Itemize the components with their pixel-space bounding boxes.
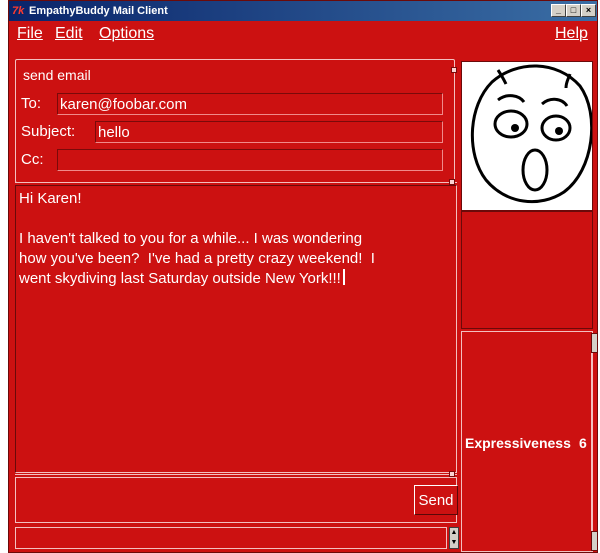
maximize-button[interactable]: □ — [566, 4, 581, 17]
top-pane-sash[interactable] — [15, 182, 457, 183]
mail-client-window: 7k EmpathyBuddy Mail Client _ □ × File E… — [8, 0, 598, 553]
avatar-info-panel — [461, 211, 593, 329]
message-text: Hi Karen! I haven't talked to you for a … — [19, 190, 375, 287]
cc-label: Cc: — [21, 151, 44, 168]
expressiveness-value: 6 — [579, 435, 587, 451]
expressiveness-scale[interactable] — [591, 333, 597, 551]
to-field[interactable]: karen@foobar.com — [57, 93, 443, 115]
right-pane-sash-handle[interactable] — [451, 67, 457, 73]
menu-edit[interactable]: Edit — [55, 21, 83, 47]
close-button[interactable]: × — [581, 4, 596, 17]
scale-up-arrow[interactable] — [591, 333, 597, 353]
menu-help[interactable]: Help — [555, 21, 588, 47]
surprised-face-icon — [470, 64, 594, 204]
send-email-legend: send email — [20, 67, 94, 83]
avatar-panel — [461, 61, 594, 211]
text-cursor — [342, 269, 345, 285]
tk-feather-icon: 7k — [12, 5, 25, 17]
send-button[interactable]: Send — [414, 485, 458, 515]
minimize-button[interactable]: _ — [551, 4, 566, 17]
menu-file[interactable]: File — [17, 21, 43, 47]
bottom-pane-sash[interactable] — [15, 474, 457, 475]
status-spinner[interactable]: ▲ ▼ — [449, 527, 459, 549]
subject-label: Subject: — [21, 123, 76, 140]
message-body[interactable]: Hi Karen! I haven't talked to you for a … — [15, 185, 457, 473]
title-bar[interactable]: 7k EmpathyBuddy Mail Client _ □ × — [9, 1, 597, 21]
menu-options[interactable]: Options — [99, 21, 154, 47]
scale-down-arrow[interactable] — [591, 531, 597, 551]
menu-bar: File Edit Options Help — [9, 21, 597, 47]
cc-field[interactable] — [57, 149, 443, 171]
action-bar — [15, 477, 457, 523]
subject-field[interactable]: hello — [95, 121, 443, 143]
window-title: EmpathyBuddy Mail Client — [29, 5, 168, 17]
to-label: To: — [21, 95, 42, 112]
expressiveness-label: Expressiveness — [465, 435, 571, 451]
status-field[interactable] — [15, 527, 447, 549]
